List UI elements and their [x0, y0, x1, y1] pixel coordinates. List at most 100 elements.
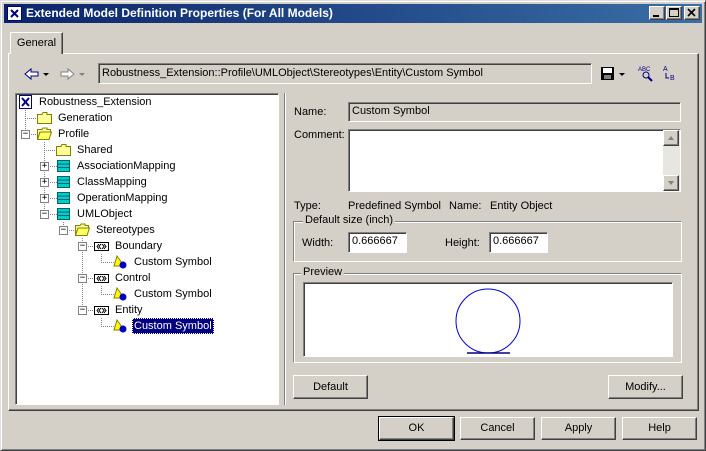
width-label: Width:	[302, 237, 334, 249]
type-label: Type:	[294, 200, 321, 212]
collapse-boundary-toggle[interactable]: −	[78, 242, 87, 251]
maximize-icon	[669, 8, 679, 17]
save-button[interactable]	[599, 66, 629, 82]
forward-arrow-icon	[60, 67, 85, 81]
apply-button[interactable]: Apply	[541, 417, 616, 440]
collapse-entity-toggle[interactable]: −	[78, 306, 87, 315]
type-value: Predefined Symbol	[348, 200, 441, 212]
apply-button-label: Apply	[564, 422, 593, 434]
cancel-button[interactable]: Cancel	[460, 417, 535, 440]
stereotype-icon	[94, 306, 109, 315]
spell-check-icon: ABC	[638, 67, 653, 82]
metaclass-icon	[57, 192, 70, 204]
metaclass-icon	[57, 160, 70, 172]
folder-open-icon	[75, 223, 90, 236]
title-bar[interactable]: Extended Model Definition Properties (Fo…	[4, 4, 702, 23]
folder-icon	[56, 144, 71, 156]
scroll-down-button[interactable]	[663, 175, 679, 191]
tree-item-label: UMLObject	[77, 208, 133, 220]
tree-item-label: Control	[115, 272, 151, 284]
help-button-label: Help	[648, 422, 671, 434]
save-disk-icon	[601, 67, 625, 80]
width-value: 0.666667	[352, 235, 398, 247]
collapse-control-toggle[interactable]: −	[78, 274, 87, 283]
default-button[interactable]: Default	[293, 375, 368, 399]
arrow-up-icon	[668, 136, 674, 140]
back-button[interactable]	[23, 66, 53, 82]
ok-button-label: OK	[408, 422, 425, 434]
symbol-name-value: Entity Object	[490, 200, 553, 212]
height-value: 0.666667	[493, 235, 539, 247]
tab-general[interactable]: General	[10, 32, 63, 54]
tree-item-label-selected: Custom Symbol	[132, 318, 214, 334]
name-field[interactable]: Custom Symbol	[348, 102, 681, 122]
arrow-down-icon	[668, 181, 674, 185]
spell-check-button[interactable]: ABC	[637, 64, 655, 82]
find-replace-icon: A B	[663, 66, 675, 82]
name-label: Name:	[294, 106, 327, 118]
collapse-umlobject-toggle[interactable]: −	[40, 210, 49, 219]
custom-symbol-icon	[113, 255, 127, 269]
minimize-button[interactable]	[649, 6, 665, 20]
expand-operationmapping-toggle[interactable]: +	[40, 194, 49, 203]
cancel-button-label: Cancel	[480, 422, 515, 434]
preview-title: Preview	[301, 266, 345, 278]
modify-button-label: Modify...	[625, 381, 666, 393]
custom-symbol-icon	[113, 287, 127, 301]
tree-item-label: Robustness_Extension	[39, 96, 152, 108]
expand-associationmapping-toggle[interactable]: +	[40, 162, 49, 171]
default-button-label: Default	[313, 381, 348, 393]
custom-symbol-icon	[113, 319, 127, 333]
object-path-text: Robustness_Extension::Profile\UMLObject\…	[102, 67, 483, 79]
tree-item-label: Profile	[58, 128, 90, 140]
forward-button[interactable]	[59, 66, 89, 82]
pane-divider[interactable]	[284, 93, 286, 405]
preview-canvas	[303, 282, 673, 357]
height-label: Height:	[445, 237, 480, 249]
tree-item-label: Custom Symbol	[134, 256, 212, 268]
metaclass-icon	[57, 208, 70, 220]
tree-item-label: AssociationMapping	[77, 160, 176, 172]
find-replace-button[interactable]: A B	[661, 64, 679, 82]
metaclass-icon	[57, 176, 70, 188]
tree-item-label: Custom Symbol	[134, 288, 212, 300]
tree-item-label: Boundary	[115, 240, 163, 252]
tree-item-label: Generation	[58, 112, 113, 124]
tab-general-label: General	[16, 37, 57, 49]
default-size-title: Default size (inch)	[303, 214, 396, 226]
minimize-icon	[653, 15, 659, 17]
collapse-profile-toggle[interactable]: −	[21, 130, 30, 139]
symbol-name-label: Name:	[449, 200, 482, 212]
name-field-value: Custom Symbol	[352, 105, 430, 117]
comment-scrollbar[interactable]	[663, 130, 680, 191]
stereotype-icon	[94, 242, 109, 251]
close-icon	[687, 8, 696, 17]
properties-dialog: Extended Model Definition Properties (Fo…	[0, 0, 706, 451]
close-button[interactable]	[684, 6, 700, 20]
height-field[interactable]: 0.666667	[489, 232, 548, 253]
collapse-stereotypes-toggle[interactable]: −	[59, 226, 68, 235]
help-button[interactable]: Help	[622, 417, 697, 440]
ok-button[interactable]: OK	[378, 416, 455, 441]
object-path-field[interactable]: Robustness_Extension::Profile\UMLObject\…	[98, 63, 592, 84]
tree-item-label: ClassMapping	[77, 176, 147, 188]
window-title: Extended Model Definition Properties (Fo…	[26, 6, 333, 20]
expand-classmapping-toggle[interactable]: +	[40, 178, 49, 187]
xem-file-icon	[19, 95, 32, 109]
tree-item-label: Entity	[115, 304, 143, 316]
comment-label: Comment:	[294, 129, 345, 141]
svg-text:A: A	[663, 66, 668, 73]
app-icon	[7, 6, 22, 21]
scroll-up-button[interactable]	[663, 130, 679, 146]
tree-item-label: Shared	[77, 144, 113, 156]
folder-open-icon	[37, 127, 52, 140]
width-field[interactable]: 0.666667	[348, 232, 407, 253]
comment-textarea[interactable]	[348, 129, 681, 192]
modify-button[interactable]: Modify...	[608, 375, 683, 399]
maximize-button[interactable]	[666, 6, 682, 20]
entity-symbol-preview	[455, 288, 521, 354]
stereotype-icon	[94, 274, 109, 283]
tree-item-label: OperationMapping	[77, 192, 168, 204]
tree-item-label: Stereotypes	[96, 224, 155, 236]
object-tree[interactable]: − + + + − − − − − Robustness_Extension G…	[15, 93, 279, 405]
